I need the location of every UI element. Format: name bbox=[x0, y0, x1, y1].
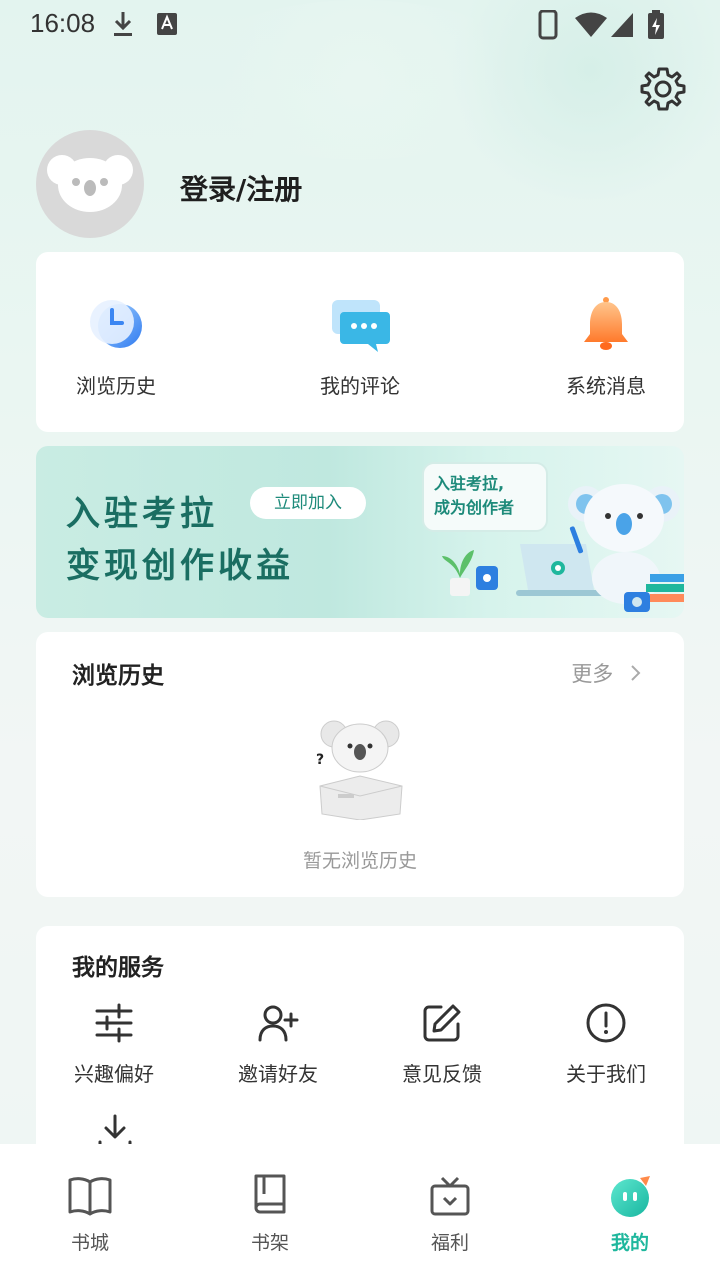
tab-label: 我的 bbox=[610, 1232, 649, 1254]
status-time: 16:08 bbox=[30, 8, 96, 38]
download-icon bbox=[114, 12, 132, 36]
battery-charging-icon bbox=[648, 10, 664, 39]
quick-actions-card: 浏览历史 我的评论 系统消息 bbox=[36, 252, 684, 432]
banner-title-line1: 入驻考拉 bbox=[66, 494, 218, 534]
creator-banner[interactable]: 入驻考拉 变现创作收益 立即加入 入驻考拉, 成为创作者 bbox=[36, 446, 684, 618]
quick-action-label: 系统消息 bbox=[566, 374, 646, 398]
tab-mine[interactable]: 我的 bbox=[570, 1172, 690, 1255]
gift-icon bbox=[430, 1176, 470, 1216]
phone-icon bbox=[538, 10, 558, 40]
history-card: 浏览历史 更多 ? 暂无浏览历史 bbox=[36, 632, 684, 897]
services-title: 我的服务 bbox=[72, 955, 164, 981]
tab-label: 书架 bbox=[250, 1232, 289, 1254]
quick-action-history[interactable]: 浏览历史 bbox=[36, 292, 196, 399]
quick-action-label: 浏览历史 bbox=[76, 374, 156, 398]
history-empty-text: 暂无浏览历史 bbox=[302, 850, 417, 872]
edit-icon bbox=[423, 1004, 461, 1042]
bell-icon bbox=[584, 297, 628, 350]
wifi-icon bbox=[575, 12, 607, 37]
tab-bookstore[interactable]: 书城 bbox=[30, 1172, 150, 1255]
service-interest-preferences[interactable]: 兴趣偏好 bbox=[54, 1002, 174, 1087]
service-invite-friends[interactable]: 邀请好友 bbox=[218, 1002, 338, 1087]
tab-welfare[interactable]: 福利 bbox=[390, 1172, 510, 1255]
add-user-icon bbox=[258, 1005, 299, 1042]
more-label: 更多 bbox=[571, 662, 614, 686]
history-more-link[interactable]: 更多 bbox=[571, 658, 644, 688]
signal-icon bbox=[611, 13, 633, 37]
join-now-button[interactable]: 立即加入 bbox=[250, 487, 366, 519]
status-bar: 16:08 bbox=[0, 0, 720, 48]
login-register-link[interactable]: 登录/注册 bbox=[180, 168, 302, 208]
quick-action-messages[interactable]: 系统消息 bbox=[526, 292, 686, 399]
chevron-right-icon bbox=[631, 665, 641, 681]
bottom-tab-bar: 书城 书架 福利 我的 bbox=[0, 1144, 720, 1280]
service-about-us[interactable]: 关于我们 bbox=[546, 1002, 666, 1087]
service-label: 意见反馈 bbox=[402, 1062, 482, 1086]
info-alert-icon bbox=[586, 1003, 626, 1043]
tab-label: 福利 bbox=[430, 1232, 469, 1254]
tab-label: 书城 bbox=[70, 1232, 109, 1254]
service-label: 关于我们 bbox=[566, 1062, 646, 1086]
history-title: 浏览历史 bbox=[72, 663, 164, 689]
koala-avatar-icon bbox=[47, 155, 133, 212]
koala-face-icon bbox=[611, 1176, 650, 1217]
koala-illustration bbox=[442, 484, 684, 612]
settings-gear-icon[interactable] bbox=[640, 66, 686, 112]
service-label: 邀请好友 bbox=[238, 1062, 318, 1086]
svg-text:?: ? bbox=[316, 752, 324, 768]
open-book-icon bbox=[68, 1177, 112, 1216]
book-icon bbox=[254, 1174, 286, 1214]
service-label: 兴趣偏好 bbox=[74, 1062, 154, 1086]
banner-title-line2: 变现创作收益 bbox=[66, 546, 294, 586]
keyboard-a-icon bbox=[157, 13, 177, 35]
quick-action-comments[interactable]: 我的评论 bbox=[280, 292, 440, 399]
sliders-icon bbox=[95, 1003, 133, 1043]
quick-action-label: 我的评论 bbox=[320, 374, 400, 398]
empty-koala-box-illustration: ? bbox=[316, 720, 403, 820]
clock-icon bbox=[90, 300, 142, 348]
tab-bookshelf[interactable]: 书架 bbox=[210, 1172, 330, 1255]
service-feedback[interactable]: 意见反馈 bbox=[382, 1002, 502, 1087]
avatar[interactable] bbox=[36, 130, 144, 238]
chat-bubble-icon bbox=[332, 300, 390, 352]
